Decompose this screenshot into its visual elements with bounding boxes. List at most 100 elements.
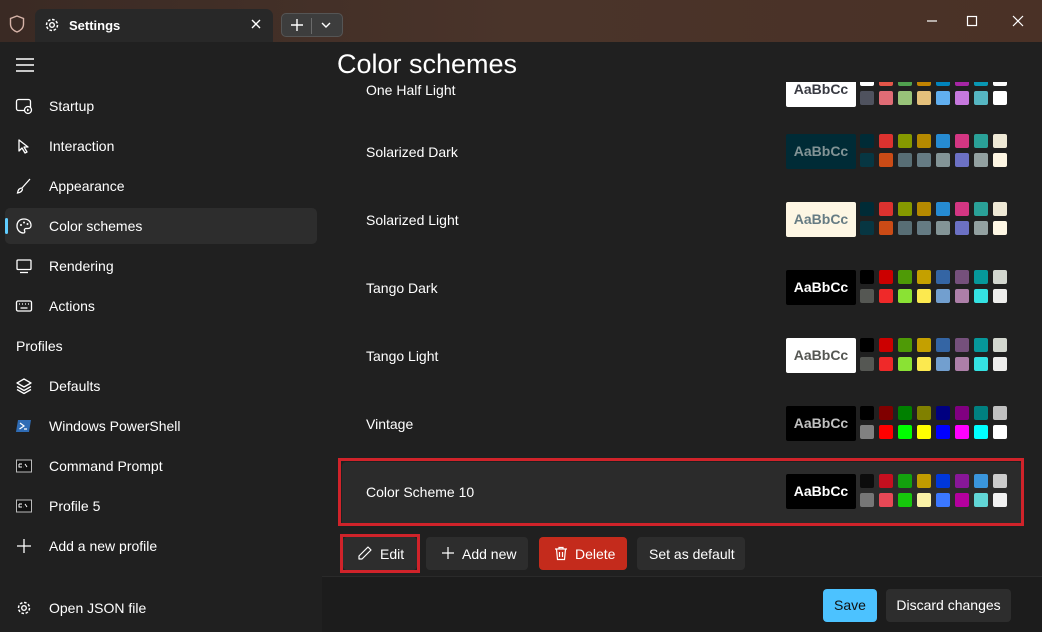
color-swatch — [974, 289, 988, 303]
scheme-name: Tango Light — [366, 348, 438, 364]
save-button[interactable]: Save — [823, 589, 877, 622]
color-swatch — [993, 221, 1007, 235]
color-swatch — [917, 202, 931, 216]
color-swatch — [917, 134, 931, 148]
sidebar-item-label: Appearance — [49, 178, 125, 194]
maximize-icon[interactable] — [963, 12, 981, 30]
add-new-button[interactable]: Add new — [426, 537, 528, 570]
divider — [311, 18, 312, 34]
color-swatch — [917, 357, 931, 371]
sidebar-item-add-profile[interactable]: Add a new profile — [5, 528, 317, 564]
scheme-preview: AaBbCc — [786, 202, 856, 237]
sidebar-item-label: Defaults — [49, 378, 100, 394]
minimize-icon[interactable] — [923, 12, 941, 30]
color-swatch — [879, 357, 893, 371]
color-swatch — [917, 425, 931, 439]
sidebar-item-windows-powershell[interactable]: Windows PowerShell — [5, 408, 317, 444]
sidebar-item-profile-5[interactable]: Profile 5 — [5, 488, 317, 524]
sidebar-item-startup[interactable]: Startup — [5, 88, 317, 124]
page-title: Color schemes — [337, 46, 1017, 82]
color-scheme-row[interactable]: Tango LightAaBbCc — [342, 326, 1022, 390]
color-scheme-row[interactable]: Solarized Light AaBbCc — [342, 190, 1022, 254]
color-scheme-row[interactable]: VintageAaBbCc — [342, 394, 1022, 458]
color-swatch — [974, 338, 988, 352]
add-new-label: Add new — [462, 546, 516, 562]
chevron-down-icon[interactable] — [320, 20, 332, 30]
discard-changes-button[interactable]: Discard changes — [886, 589, 1011, 622]
shield-icon — [9, 15, 25, 33]
color-swatch — [898, 134, 912, 148]
color-swatch — [860, 425, 874, 439]
color-swatch — [917, 91, 931, 105]
color-swatch — [898, 338, 912, 352]
sidebar-item-command-prompt[interactable]: Command Prompt — [5, 448, 317, 484]
color-swatch — [936, 221, 950, 235]
color-swatch — [974, 270, 988, 284]
profiles-heading: Profiles — [16, 338, 63, 354]
sidebar-item-interaction[interactable]: Interaction — [5, 128, 317, 164]
startup-icon — [15, 97, 33, 115]
color-swatch — [955, 289, 969, 303]
color-swatch — [993, 91, 1007, 105]
title-bar: Settings — [0, 0, 1042, 42]
color-swatch — [917, 289, 931, 303]
color-swatch — [993, 153, 1007, 167]
color-swatch — [955, 153, 969, 167]
color-swatch — [936, 289, 950, 303]
sidebar-item-appearance[interactable]: Appearance — [5, 168, 317, 204]
delete-button[interactable]: Delete — [539, 537, 627, 570]
hamburger-menu-icon[interactable] — [16, 58, 34, 72]
monitor-icon — [15, 257, 33, 275]
color-swatch — [955, 425, 969, 439]
color-swatch — [898, 357, 912, 371]
color-swatch — [955, 406, 969, 420]
set-as-default-button[interactable]: Set as default — [637, 537, 745, 570]
color-swatch — [917, 338, 931, 352]
cmd-icon — [15, 497, 33, 515]
color-scheme-row[interactable]: Tango DarkAaBbCc — [342, 258, 1022, 322]
powershell-icon — [15, 417, 33, 435]
sidebar-item-color-schemes[interactable]: Color schemes — [5, 208, 317, 244]
sidebar-item-defaults[interactable]: Defaults — [5, 368, 317, 404]
color-swatch — [974, 221, 988, 235]
close-window-icon[interactable] — [1009, 12, 1027, 30]
sidebar-item-actions[interactable]: Actions — [5, 288, 317, 324]
color-swatch — [898, 91, 912, 105]
color-swatch — [879, 221, 893, 235]
color-swatch — [993, 134, 1007, 148]
color-scheme-row[interactable]: Solarized DarkAaBbCc — [342, 122, 1022, 186]
open-json-file-button[interactable]: Open JSON file — [5, 590, 317, 626]
color-swatch — [936, 270, 950, 284]
sidebar-item-label: Profile 5 — [49, 498, 100, 514]
color-swatch — [993, 202, 1007, 216]
sidebar-item-label: Add a new profile — [49, 538, 157, 554]
open-json-label: Open JSON file — [49, 600, 146, 616]
keyboard-icon — [15, 297, 33, 315]
color-swatch — [993, 357, 1007, 371]
color-swatch — [860, 270, 874, 284]
tab-settings[interactable]: Settings — [35, 9, 273, 42]
color-swatch — [879, 289, 893, 303]
color-swatch — [879, 153, 893, 167]
color-swatches — [860, 338, 1010, 374]
scheme-name: Tango Dark — [366, 280, 438, 296]
scheme-preview: AaBbCc — [786, 134, 856, 169]
new-tab-button[interactable] — [281, 13, 343, 37]
color-swatch — [917, 270, 931, 284]
color-swatch — [898, 221, 912, 235]
color-swatch — [955, 357, 969, 371]
sidebar-item-label: Interaction — [49, 138, 114, 154]
color-swatch — [879, 425, 893, 439]
color-swatch — [879, 406, 893, 420]
color-swatch — [974, 406, 988, 420]
scheme-name: Solarized Light — [366, 212, 459, 228]
sidebar-item-rendering[interactable]: Rendering — [5, 248, 317, 284]
color-swatch — [917, 406, 931, 420]
color-swatch — [860, 202, 874, 216]
plus-icon — [15, 537, 33, 555]
plus-icon[interactable] — [290, 18, 304, 32]
color-swatch — [879, 338, 893, 352]
close-tab-icon[interactable] — [247, 15, 265, 33]
color-swatch — [936, 202, 950, 216]
color-swatch — [860, 338, 874, 352]
